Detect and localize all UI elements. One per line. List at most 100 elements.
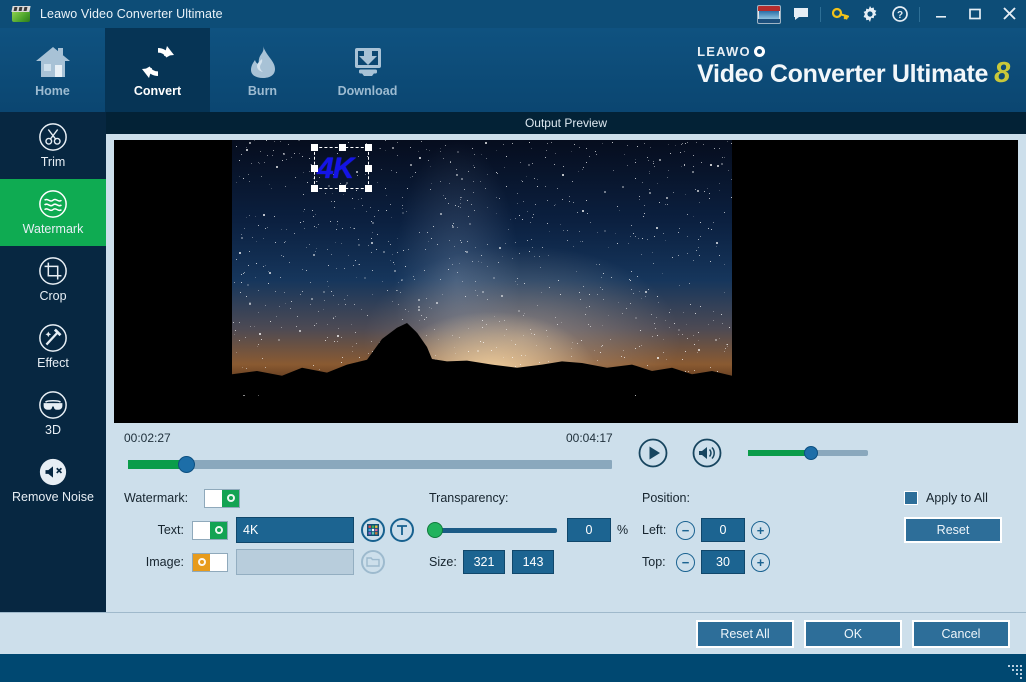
convert-icon [140, 43, 176, 79]
volume-progress [748, 450, 810, 456]
remove-noise-icon [39, 458, 67, 486]
window-title: Leawo Video Converter Ultimate [40, 7, 223, 21]
resize-handle-n[interactable] [338, 144, 346, 151]
home-icon [35, 43, 71, 79]
nav-tab-convert[interactable]: Convert [105, 28, 210, 112]
watermark-selection-box[interactable]: 4K [311, 144, 372, 192]
close-icon[interactable] [992, 0, 1026, 28]
top-minus-button[interactable]: − [676, 552, 695, 572]
nav-tab-label: Burn [247, 83, 278, 98]
top-label: Top: [642, 555, 666, 569]
gear-icon[interactable] [855, 0, 885, 28]
size-height-input[interactable]: 143 [512, 550, 554, 574]
timeline-handle[interactable] [178, 456, 195, 473]
brand-product: Video Converter Ultimate [697, 60, 989, 88]
apply-to-all-checkbox[interactable] [904, 491, 918, 505]
sidebar-item-trim[interactable]: Trim [0, 112, 106, 179]
timeline-slider[interactable] [128, 456, 612, 473]
image-toggle[interactable] [192, 552, 228, 572]
resize-handle-nw[interactable] [311, 144, 318, 151]
position-left-row: Left: − 0 + [642, 517, 832, 543]
size-row: Size: 321 143 [429, 549, 629, 575]
resize-grip-icon[interactable] [1004, 661, 1022, 679]
maximize-icon[interactable] [958, 0, 992, 28]
3d-glasses-icon [39, 391, 67, 419]
text-toggle[interactable] [192, 520, 228, 540]
magic-wand-icon [39, 324, 67, 352]
volume-handle[interactable] [804, 446, 818, 460]
sidebar-item-label: Crop [39, 289, 67, 303]
top-plus-button[interactable]: + [751, 552, 770, 572]
transparency-unit: % [617, 523, 629, 537]
help-icon[interactable]: ? [885, 0, 915, 28]
feedback-icon[interactable] [786, 0, 816, 28]
resize-handle-e[interactable] [365, 165, 372, 172]
transparency-handle[interactable] [427, 521, 443, 538]
current-time-label: 00:02:27 [124, 431, 171, 445]
resize-handle-s[interactable] [338, 185, 346, 192]
position-label: Position: [642, 491, 690, 505]
clapperboard-icon [11, 6, 31, 22]
scissors-icon [39, 123, 67, 151]
play-button[interactable] [638, 438, 668, 468]
size-width-input[interactable]: 321 [463, 550, 505, 574]
apply-column: Apply to All Reset [904, 485, 1024, 549]
video-preview[interactable]: 4K [114, 140, 1018, 423]
left-plus-button[interactable]: + [751, 520, 770, 540]
product-badge-icon[interactable] [756, 0, 786, 28]
cancel-button[interactable]: Cancel [912, 619, 1010, 648]
sidebar-item-label: Watermark [22, 222, 84, 236]
transparency-label: Transparency: [429, 491, 509, 505]
resize-handle-ne[interactable] [365, 144, 372, 151]
transparency-value-input[interactable]: 0 [567, 518, 611, 542]
brand-name: LEAWO [697, 44, 751, 59]
size-label: Size: [429, 555, 457, 569]
resize-handle-sw[interactable] [311, 185, 318, 192]
sidebar-item-effect[interactable]: Effect [0, 313, 106, 380]
image-watermark-row: Image: [124, 549, 414, 575]
total-time-label: 00:04:17 [566, 431, 613, 445]
nav-tab-download[interactable]: Download [315, 28, 420, 112]
timeline-progress [128, 460, 185, 469]
reset-button[interactable]: Reset [904, 517, 1002, 543]
nav-tab-home[interactable]: Home [0, 28, 105, 112]
top-value-input[interactable]: 30 [701, 550, 745, 574]
folder-open-icon[interactable] [361, 550, 385, 574]
ok-button[interactable]: OK [804, 619, 902, 648]
minimize-icon[interactable] [924, 0, 958, 28]
color-palette-icon[interactable] [361, 518, 385, 542]
reset-all-button[interactable]: Reset All [696, 619, 794, 648]
watermark-preview-text: 4K [317, 152, 354, 185]
nav-tab-burn[interactable]: Burn [210, 28, 315, 112]
watermark-image-input[interactable] [236, 549, 354, 575]
watermark-text-input[interactable]: 4K [236, 517, 354, 543]
sidebar-item-label: Remove Noise [12, 490, 94, 504]
watermark-toggle-row: Watermark: [124, 485, 414, 511]
starfield [232, 140, 733, 397]
transparency-label-row: Transparency: [429, 485, 629, 511]
volume-slider[interactable] [748, 446, 868, 460]
divider [820, 6, 821, 22]
volume-button[interactable] [692, 438, 722, 468]
left-minus-button[interactable]: − [676, 520, 695, 540]
sidebar-item-crop[interactable]: Crop [0, 246, 106, 313]
sidebar-item-label: Trim [40, 155, 66, 169]
nav-tab-label: Home [35, 83, 70, 98]
svg-text:?: ? [897, 10, 903, 21]
left-value-input[interactable]: 0 [701, 518, 745, 542]
position-label-row: Position: [642, 485, 832, 511]
key-icon[interactable] [825, 0, 855, 28]
apply-to-all-row[interactable]: Apply to All [904, 485, 1024, 511]
resize-handle-w[interactable] [311, 165, 318, 172]
titlebar-controls: ? [756, 0, 1026, 28]
sidebar-item-remove-noise[interactable]: Remove Noise [0, 447, 106, 514]
dialog-footer: Reset All OK Cancel [0, 612, 1026, 654]
sidebar-item-watermark[interactable]: Watermark [0, 179, 106, 246]
editor-sidebar: Trim Watermark Crop Effect 3D Remove Noi… [0, 112, 106, 612]
resize-handle-se[interactable] [365, 185, 372, 192]
transparency-slider[interactable] [427, 521, 557, 538]
sidebar-item-3d[interactable]: 3D [0, 380, 106, 447]
font-text-icon[interactable] [390, 518, 414, 542]
watermark-toggle[interactable] [204, 488, 240, 508]
nav-tab-label: Convert [133, 83, 182, 98]
